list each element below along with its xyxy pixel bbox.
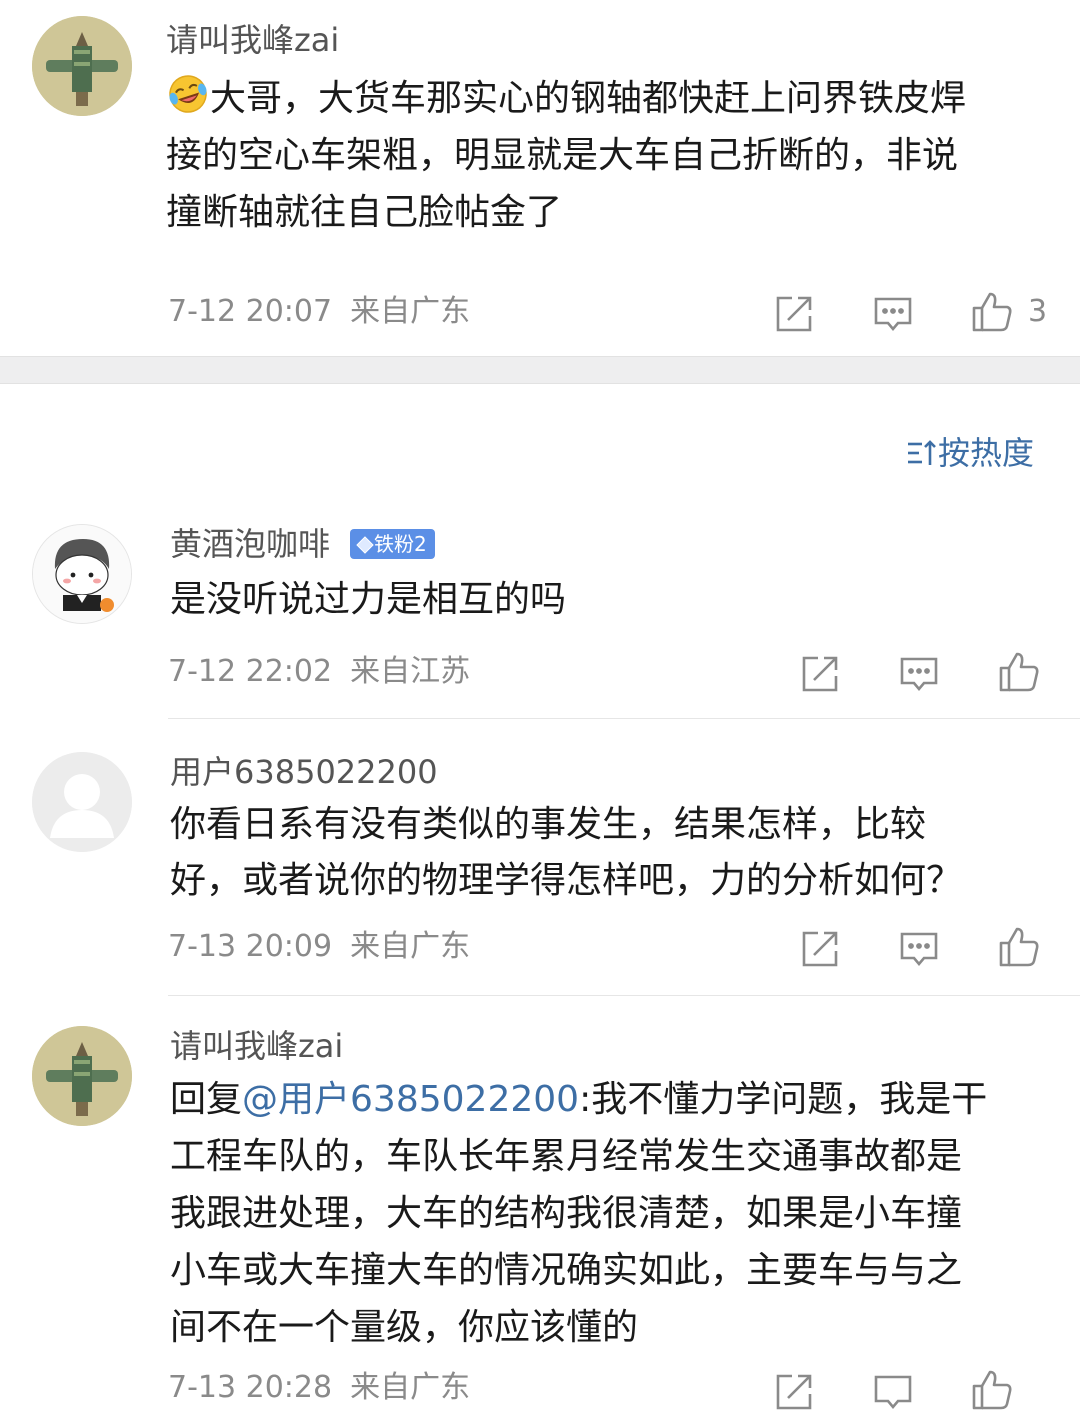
comment-icon[interactable] bbox=[871, 1370, 915, 1414]
comment-meta: 7-13 20:09 来自广东 bbox=[168, 929, 470, 965]
comment-text-line: 我跟进处理，大车的结构我很清楚，如果是小车撞 bbox=[170, 1193, 963, 1234]
username[interactable]: 请叫我峰zai bbox=[166, 20, 339, 60]
avatar[interactable] bbox=[32, 524, 132, 624]
sort-icon bbox=[906, 437, 938, 469]
thumbs-up-icon[interactable] bbox=[970, 290, 1014, 334]
section-divider bbox=[0, 356, 1080, 384]
sort-label: 按热度 bbox=[938, 434, 1035, 472]
comment-text-line: 你看日系有没有类似的事发生，结果怎样，比较 bbox=[170, 804, 927, 845]
comment-meta: 7-12 20:07 来自广东 bbox=[168, 294, 470, 330]
comment-text-line: 接的空心车架粗，明显就是大车自己折断的，非说 bbox=[166, 135, 959, 176]
share-icon[interactable] bbox=[772, 1370, 816, 1414]
username[interactable]: 黄酒泡咖啡 bbox=[170, 524, 330, 564]
thumbs-up-icon[interactable] bbox=[970, 1368, 1014, 1412]
share-icon[interactable] bbox=[798, 927, 842, 971]
comment-time: 7-13 20:09 bbox=[168, 929, 333, 964]
comment-meta: 7-13 20:28 来自广东 bbox=[168, 1370, 470, 1406]
fan-badge[interactable]: 铁粉2 bbox=[350, 529, 435, 559]
username[interactable]: 用户6385022200 bbox=[170, 752, 438, 792]
comment-location: 来自广东 bbox=[350, 1370, 471, 1405]
comment-time: 7-12 22:02 bbox=[168, 654, 333, 689]
comment-icon[interactable] bbox=[897, 652, 941, 696]
comment-text-line: 撞断轴就往自己脸帖金了 bbox=[166, 192, 563, 233]
share-icon[interactable] bbox=[772, 292, 816, 336]
diamond-icon bbox=[356, 532, 374, 554]
username[interactable]: 请叫我峰zai bbox=[170, 1026, 343, 1066]
comment-text: 回复@用户6385022200:我不懂力学问题，我是干 bbox=[170, 1079, 988, 1120]
avatar[interactable] bbox=[32, 1026, 132, 1126]
like-count: 3 bbox=[1028, 294, 1048, 329]
comment-icon[interactable] bbox=[897, 927, 941, 971]
avatar[interactable] bbox=[32, 16, 132, 116]
comment-text: 是没听说过力是相互的吗 bbox=[170, 579, 567, 620]
share-icon[interactable] bbox=[798, 652, 842, 696]
comment-location: 来自广东 bbox=[350, 294, 471, 329]
comment-text-line: 工程车队的，车队长年累月经常发生交通事故都是 bbox=[170, 1136, 963, 1177]
comment-time: 7-12 20:07 bbox=[168, 294, 333, 329]
comment-text: 大哥，大货车那实心的钢轴都快赶上问界铁皮焊 bbox=[166, 70, 966, 127]
comment-divider bbox=[168, 718, 1080, 719]
comment-text-line: 好，或者说你的物理学得怎样吧，力的分析如何？ bbox=[170, 860, 963, 901]
comment-location: 来自广东 bbox=[350, 929, 471, 964]
comment-text-line: 小车或大车撞大车的情况确实如此，主要车与与之 bbox=[170, 1250, 963, 1291]
comment-location: 来自江苏 bbox=[350, 654, 471, 689]
comment-icon[interactable] bbox=[871, 292, 915, 336]
comment-text-line: 间不在一个量级，你应该懂的 bbox=[170, 1307, 639, 1348]
reply-prefix: 回复 bbox=[170, 1079, 243, 1120]
avatar[interactable] bbox=[32, 752, 132, 852]
thumbs-up-icon[interactable] bbox=[997, 925, 1041, 969]
comment-meta: 7-12 22:02 来自江苏 bbox=[168, 654, 470, 690]
thumbs-up-icon[interactable] bbox=[997, 650, 1041, 694]
user-mention-link[interactable]: @用户6385022200 bbox=[242, 1079, 579, 1120]
laugh-cry-emoji bbox=[166, 72, 210, 116]
comment-divider bbox=[168, 995, 1080, 996]
sort-toggle[interactable]: 按热度 bbox=[906, 433, 1034, 473]
comment-time: 7-13 20:28 bbox=[168, 1370, 333, 1405]
